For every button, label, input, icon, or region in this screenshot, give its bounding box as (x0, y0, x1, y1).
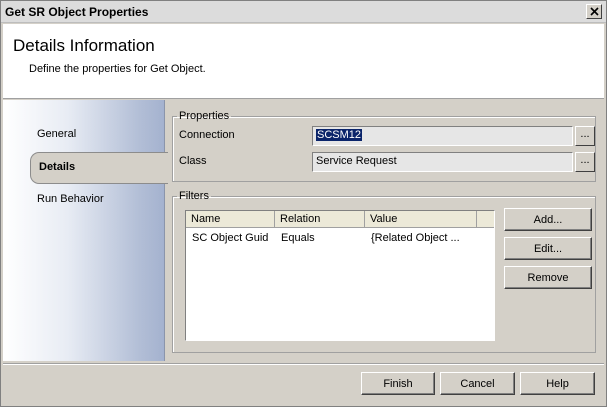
finish-button[interactable]: Finish (361, 372, 435, 395)
column-header-name[interactable]: Name (186, 211, 275, 228)
filters-list[interactable]: Name Relation Value SC Object Guid Equal… (185, 210, 495, 341)
remove-filter-button[interactable]: Remove (504, 266, 592, 289)
title-bar[interactable]: Get SR Object Properties (1, 1, 606, 23)
sidebar-item-general[interactable]: General (37, 128, 76, 140)
cancel-button[interactable]: Cancel (440, 372, 515, 395)
help-button[interactable]: Help (520, 372, 595, 395)
column-header-value[interactable]: Value (365, 211, 477, 228)
class-browse-button[interactable]: ... (575, 152, 595, 172)
sidebar-nav: General Details Run Behavior (3, 100, 168, 361)
sidebar-item-details[interactable]: Details (30, 152, 168, 184)
dialog-window: Get SR Object Properties Details Informa… (0, 0, 607, 407)
page-subtitle: Define the properties for Get Object. (29, 63, 206, 75)
connection-field[interactable]: SCSM12 (312, 126, 573, 146)
window-title: Get SR Object Properties (5, 5, 149, 19)
cell-name: SC Object Guid (192, 232, 269, 244)
close-button[interactable] (586, 4, 602, 19)
connection-value: SCSM12 (316, 129, 363, 141)
cell-relation: Equals (281, 232, 315, 244)
connection-label: Connection (179, 129, 235, 141)
column-header-relation[interactable]: Relation (275, 211, 365, 228)
cell-value: {Related Object ... (371, 232, 460, 244)
class-field[interactable]: Service Request (312, 152, 573, 172)
class-value: Service Request (316, 155, 397, 167)
sidebar-item-run-behavior[interactable]: Run Behavior (37, 193, 104, 205)
filters-legend: Filters (179, 190, 209, 202)
connection-browse-button[interactable]: ... (575, 126, 595, 146)
details-header: Details Information Define the propertie… (3, 24, 604, 99)
add-filter-button[interactable]: Add... (504, 208, 592, 231)
sidebar-item-label: Details (39, 161, 76, 173)
class-label: Class (179, 155, 207, 167)
edit-filter-button[interactable]: Edit... (504, 237, 592, 260)
filters-list-header: Name Relation Value (186, 211, 494, 228)
page-title: Details Information (13, 36, 155, 55)
close-icon (589, 7, 599, 16)
properties-legend: Properties (179, 110, 230, 122)
column-header-filler (477, 211, 494, 228)
